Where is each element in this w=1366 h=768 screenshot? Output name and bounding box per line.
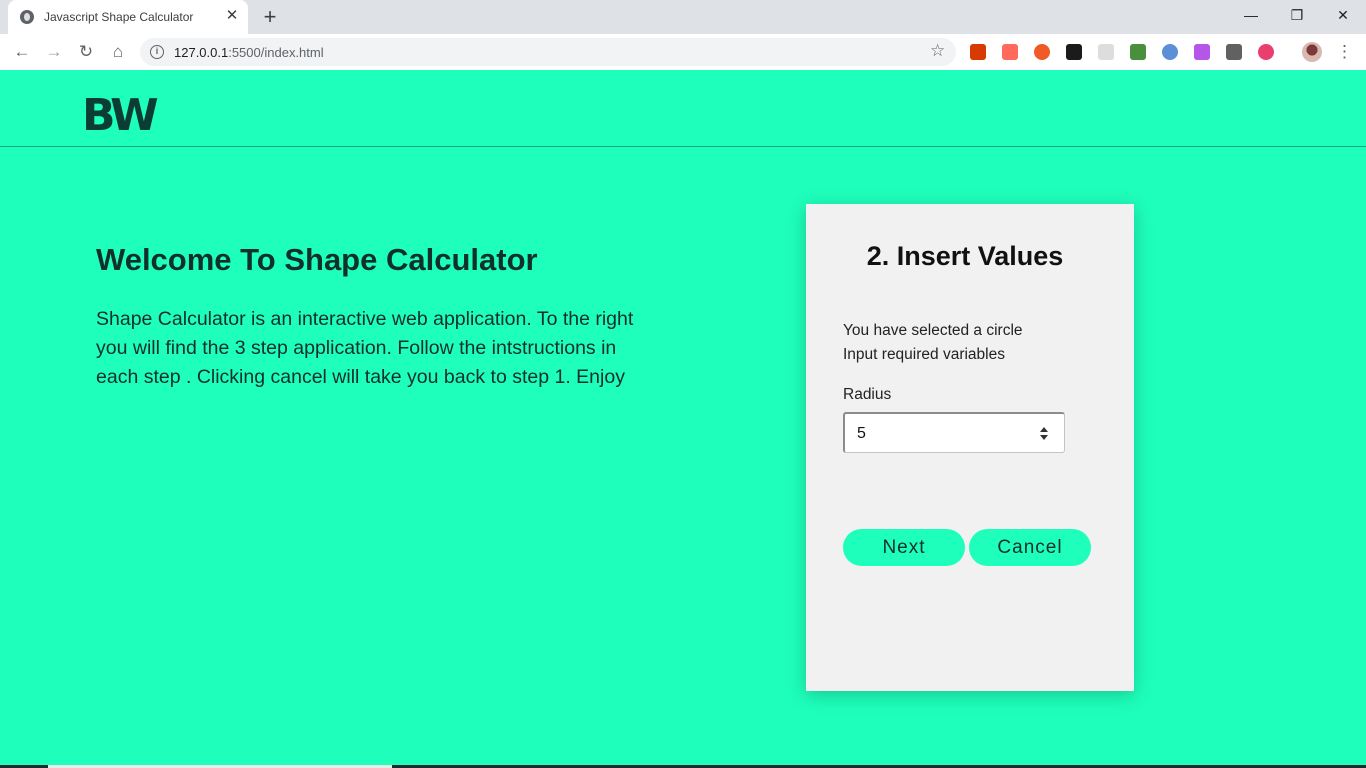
angular-extension-icon[interactable] <box>1226 44 1242 60</box>
play-extension-icon[interactable] <box>1002 44 1018 60</box>
new-tab-button[interactable]: + <box>258 6 282 28</box>
close-window-button[interactable]: ✕ <box>1320 4 1366 26</box>
url-host: 127.0.0.1 <box>174 45 229 60</box>
profile-avatar[interactable] <box>1302 42 1322 62</box>
browser-menu-icon[interactable]: ⋮ <box>1336 40 1353 64</box>
minimize-button[interactable]: — <box>1228 4 1274 26</box>
spin-down-icon[interactable] <box>1040 435 1048 440</box>
address-bar[interactable]: i 127.0.0.1:5500/index.html ☆ <box>140 38 956 66</box>
intro-paragraph: Shape Calculator is an interactive web a… <box>96 308 634 388</box>
spin-up-icon[interactable] <box>1040 427 1048 432</box>
browser-toolbar: ← → ↻ ⌂ i 127.0.0.1:5500/index.html ☆ ⋮ <box>0 34 1366 70</box>
pink-extension-icon[interactable] <box>1194 44 1210 60</box>
shield-extension-icon[interactable] <box>1162 44 1178 60</box>
back-button[interactable]: ← <box>10 40 34 64</box>
close-tab-icon[interactable]: ✕ <box>224 8 240 24</box>
reload-button[interactable]: ↻ <box>74 40 98 64</box>
office-extension-icon[interactable] <box>970 44 986 60</box>
radius-label: Radius <box>843 386 892 403</box>
step-title: 2. Insert Values <box>866 241 1064 271</box>
radius-input[interactable]: 5 <box>843 412 1065 453</box>
tab-title: Javascript Shape Calculator <box>44 10 194 24</box>
page: BW Welcome To Shape Calculator Shape Cal… <box>0 70 1366 768</box>
next-button[interactable]: Next <box>843 529 965 566</box>
instruction-text: Input required variables <box>843 346 1005 363</box>
tab-strip: Javascript Shape Calculator ✕ + — ❐ ✕ <box>0 0 1366 34</box>
color-wheel-extension-icon[interactable] <box>1258 44 1274 60</box>
url-text[interactable]: 127.0.0.1:5500/index.html <box>174 45 324 60</box>
number-spinner[interactable] <box>1039 426 1051 442</box>
browser-tab[interactable]: Javascript Shape Calculator ✕ <box>8 0 248 34</box>
home-button[interactable]: ⌂ <box>106 40 130 64</box>
restore-button[interactable]: ❐ <box>1274 4 1320 26</box>
cancel-button[interactable]: Cancel <box>969 529 1091 566</box>
selection-text: You have selected a circle <box>843 322 1023 339</box>
infinity-extension-icon[interactable] <box>1034 44 1050 60</box>
forward-button[interactable]: → <box>42 40 66 64</box>
welcome-title: Welcome To Shape Calculator <box>96 242 538 277</box>
radius-value: 5 <box>857 425 866 442</box>
calculator-card: 2. Insert Values You have selected a cir… <box>806 204 1134 691</box>
logo[interactable]: BW <box>82 94 159 138</box>
site-header: BW <box>0 70 1366 147</box>
pen-extension-icon[interactable] <box>1130 44 1146 60</box>
globe-icon <box>20 10 34 24</box>
github-extension-icon[interactable] <box>1066 44 1082 60</box>
url-path: :5500/index.html <box>228 45 324 60</box>
info-icon[interactable]: i <box>150 45 164 59</box>
bookmark-star-icon[interactable]: ☆ <box>930 41 945 61</box>
blank-extension-icon[interactable] <box>1098 44 1114 60</box>
